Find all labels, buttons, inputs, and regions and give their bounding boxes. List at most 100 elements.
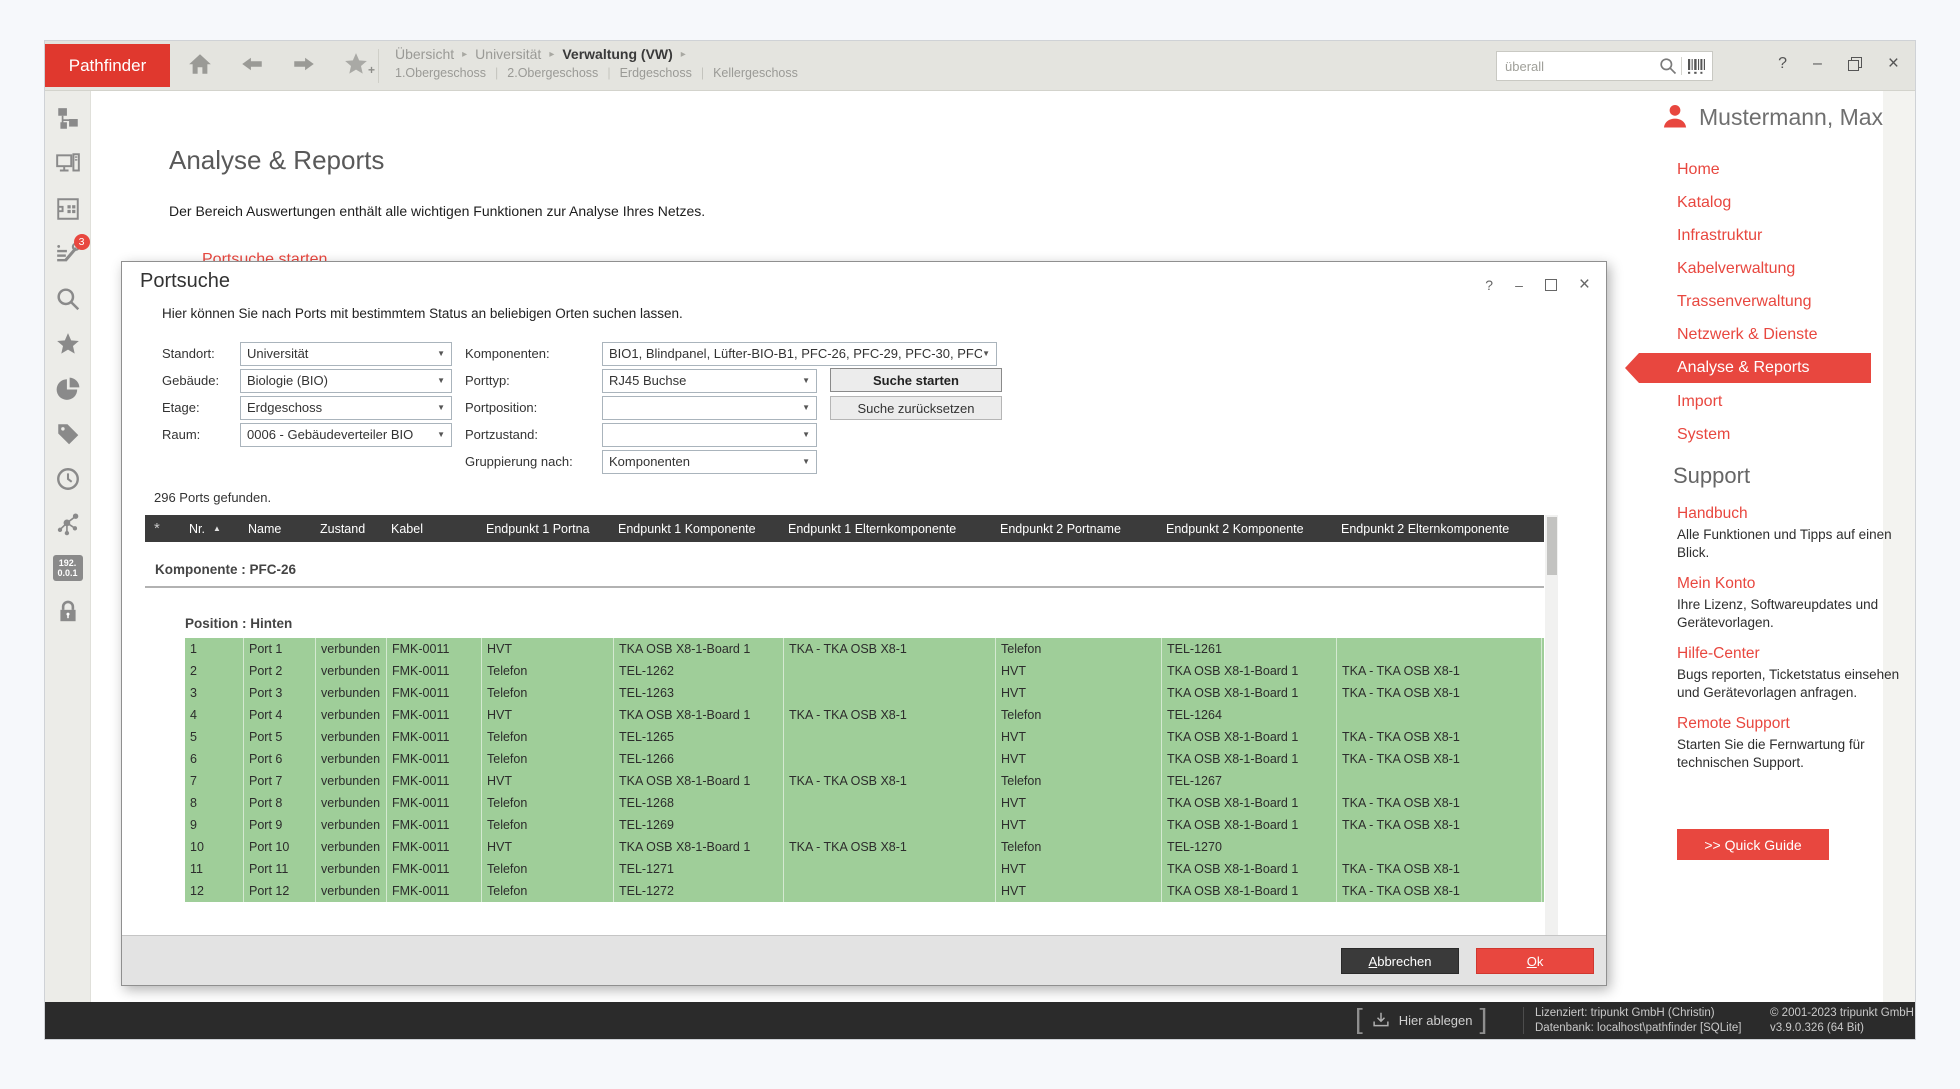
table-row[interactable]: 2Port 2verbundenFMK-0011TelefonTEL-1262H… [185,660,1544,682]
back-icon[interactable] [237,49,267,79]
select-portposition[interactable]: ▼ [602,396,817,420]
floorplan-icon[interactable] [53,195,83,223]
support-link-hilfe-center[interactable]: Hilfe-Center [1677,645,1911,663]
menu-item-infrastruktur[interactable]: Infrastruktur [1639,219,1871,252]
ip-address-icon[interactable]: 192.0.0.1 [53,555,83,581]
floor-tab-kellergeschoss[interactable]: Kellergeschoss [713,66,798,80]
scrollbar-thumb[interactable] [1547,517,1557,575]
menu-item-system[interactable]: System [1639,418,1871,451]
select-standort[interactable]: Universität▼ [240,342,452,366]
support-desc: Bugs reporten, Ticketstatus einsehen und… [1677,666,1911,702]
workstation-icon[interactable] [53,150,83,178]
field-label-gruppierung-nach: Gruppierung nach: [465,454,602,469]
ok-button[interactable]: Ok [1476,948,1594,974]
menu-item-import[interactable]: Import [1639,385,1871,418]
select-porttyp[interactable]: RJ45 Buchse▼ [602,369,817,393]
floor-tab-2-obergeschoss[interactable]: 2.Obergeschoss [507,66,598,80]
table-row[interactable]: 9Port 9verbundenFMK-0011TelefonTEL-1269H… [185,814,1544,836]
network-nodes-icon[interactable] [53,510,83,538]
floor-tab-1-obergeschoss[interactable]: 1.Obergeschoss [395,66,486,80]
table-row[interactable]: 1Port 1verbundenFMK-0011HVTTKA OSB X8-1-… [185,638,1544,660]
minimize-button[interactable]: – [1813,56,1822,72]
column-header-nr[interactable]: Nr.▲ [185,522,244,536]
close-button[interactable]: × [1888,54,1899,73]
menu-item-trassenverwaltung[interactable]: Trassenverwaltung [1639,285,1871,318]
drop-target[interactable]: [ Hier ablegen ] [1355,1002,1487,1039]
select-komponenten[interactable]: BIO1, Blindpanel, Lüfter-BIO-B1, PFC-26,… [602,342,997,366]
history-clock-icon[interactable] [53,465,83,493]
table-row[interactable]: 5Port 5verbundenFMK-0011TelefonTEL-1265H… [185,726,1544,748]
menu-item-netzwerk-dienste[interactable]: Netzwerk & Dienste [1639,318,1871,351]
support-item-hilfe-center: Hilfe-Center Bugs reporten, Ticketstatus … [1677,645,1911,702]
tag-icon[interactable] [53,420,83,448]
column-header-endpunkt-1-portna[interactable]: Endpunkt 1 Portna [482,522,614,536]
support-link-handbuch[interactable]: Handbuch [1677,505,1911,523]
support-link-remote-support[interactable]: Remote Support [1677,715,1911,733]
quick-guide-button[interactable]: >> Quick Guide [1677,829,1829,860]
table-row[interactable]: 4Port 4verbundenFMK-0011HVTTKA OSB X8-1-… [185,704,1544,726]
table-row[interactable]: 8Port 8verbundenFMK-0011TelefonTEL-1268H… [185,792,1544,814]
breadcrumb-item-universit-t[interactable]: Universität [475,46,541,62]
field-label-raum: Raum: [162,427,240,442]
forward-icon[interactable] [289,49,319,79]
restore-button[interactable] [1848,57,1862,71]
help-button[interactable]: ? [1778,56,1787,72]
search-icon[interactable] [1658,56,1678,76]
table-row[interactable]: 10Port 10verbundenFMK-0011HVTTKA OSB X8-… [185,836,1544,858]
menu-item-katalog[interactable]: Katalog [1639,186,1871,219]
column-header-endpunkt-1-elternkomponente[interactable]: Endpunkt 1 Elternkomponente [784,522,996,536]
column-header-endpunkt-1-komponente[interactable]: Endpunkt 1 Komponente [614,522,784,536]
user-account[interactable]: Mustermann, Max [1661,103,1883,131]
column-header-zustand[interactable]: Zustand [316,522,387,536]
table-row[interactable]: 6Port 6verbundenFMK-0011TelefonTEL-1266H… [185,748,1544,770]
column-header-name[interactable]: Name [244,522,316,536]
breadcrumb-item-bersicht[interactable]: Übersicht [395,46,454,62]
column-header-endpunkt-2-komponente[interactable]: Endpunkt 2 Komponente [1162,522,1337,536]
table-row[interactable]: 11Port 11verbundenFMK-0011TelefonTEL-127… [185,858,1544,880]
barcode-scan-icon[interactable] [1687,58,1707,74]
abbrechen-button[interactable]: Abbrechen [1341,948,1459,974]
lock-icon[interactable] [53,598,83,626]
cell [784,660,996,682]
cell: TKA OSB X8-1-Board 1 [1162,682,1337,704]
column-header-kabel[interactable]: Kabel [387,522,482,536]
dialog-maximize-button[interactable] [1545,279,1557,291]
column-header-endpunkt-2-portname[interactable]: Endpunkt 2 Portname [996,522,1162,536]
search-input[interactable] [1497,59,1658,74]
cell: TKA OSB X8-1-Board 1 [614,770,784,792]
favorite-add-icon[interactable]: + [341,49,371,79]
cell: Port 6 [244,748,316,770]
select-gruppierung-nach[interactable]: Komponenten▼ [602,450,817,474]
breadcrumb-item-verwaltung-vw[interactable]: Verwaltung (VW) [562,46,672,62]
search-icon[interactable] [53,285,83,313]
home-icon[interactable] [185,49,215,79]
menu-item-home[interactable]: Home [1639,153,1871,186]
global-search[interactable] [1496,51,1713,81]
cell: Port 7 [244,770,316,792]
cell: TKA - TKA OSB X8-1 [1337,792,1542,814]
tools-tasks-icon[interactable]: 3 [53,240,83,268]
floor-tab-erdgeschoss[interactable]: Erdgeschoss [620,66,692,80]
dialog-close-button[interactable]: × [1579,274,1590,296]
table-row[interactable]: 12Port 12verbundenFMK-0011TelefonTEL-127… [185,880,1544,902]
menu-item-analyse-reports[interactable]: Analyse & Reports [1639,353,1871,383]
topology-icon[interactable] [53,105,83,133]
field-label-geb-ude: Gebäude: [162,373,240,388]
suche-zuruecksetzen-button[interactable]: Suche zurücksetzen [830,396,1002,420]
select-etage[interactable]: Erdgeschoss▼ [240,396,452,420]
menu-item-kabelverwaltung[interactable]: Kabelverwaltung [1639,252,1871,285]
support-link-mein-konto[interactable]: Mein Konto [1677,575,1911,593]
table-row[interactable]: 7Port 7verbundenFMK-0011HVTTKA OSB X8-1-… [185,770,1544,792]
suche-starten-button[interactable]: Suche starten [830,368,1002,392]
table-scrollbar[interactable] [1545,515,1558,939]
column-header-endpunkt-2-elternkomponente[interactable]: Endpunkt 2 Elternkomponente [1337,522,1542,536]
pie-chart-icon[interactable] [53,375,83,403]
pin-icon[interactable]: * [145,520,185,537]
dialog-minimize-button[interactable]: – [1515,277,1523,293]
select-geb-ude[interactable]: Biologie (BIO)▼ [240,369,452,393]
favorites-star-icon[interactable] [53,330,83,358]
table-row[interactable]: 3Port 3verbundenFMK-0011TelefonTEL-1263H… [185,682,1544,704]
select-portzustand[interactable]: ▼ [602,423,817,447]
select-raum[interactable]: 0006 - Gebäudeverteiler BIO▼ [240,423,452,447]
dialog-help-button[interactable]: ? [1485,277,1493,293]
